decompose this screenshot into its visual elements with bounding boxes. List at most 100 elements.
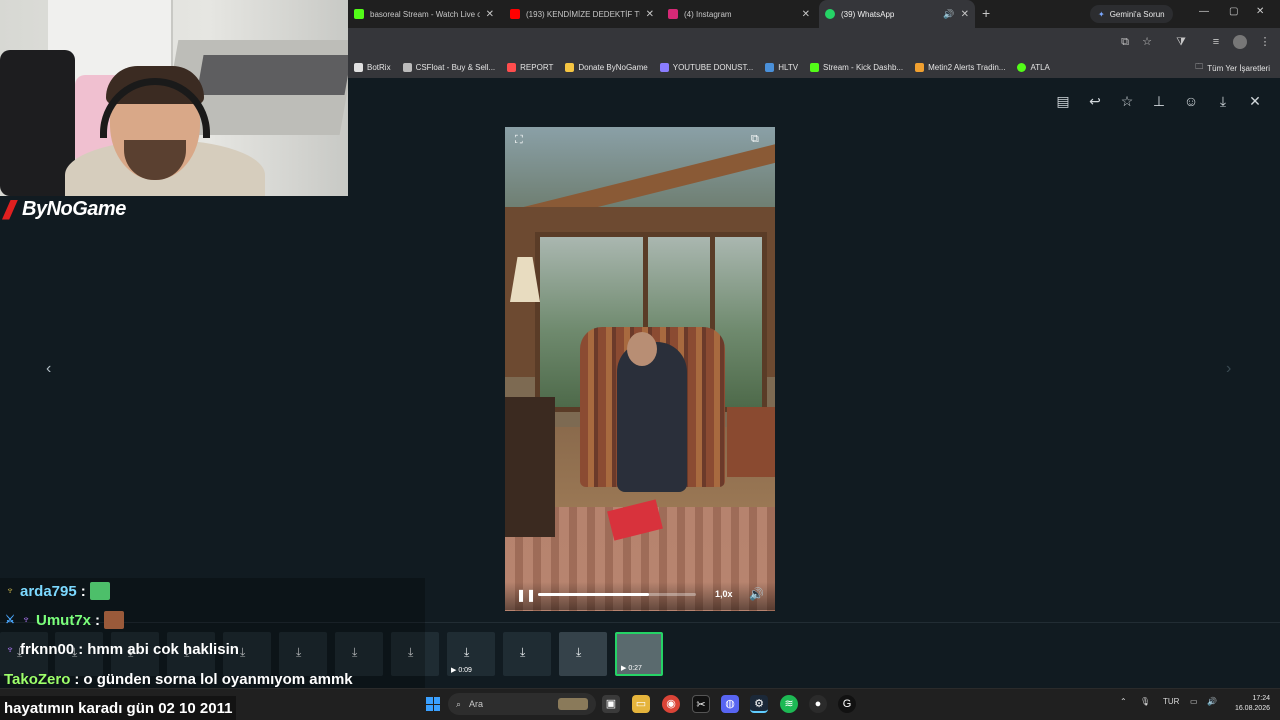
download-icon: ⤓ — [576, 645, 582, 659]
close-tab-icon[interactable]: ✕ — [646, 9, 654, 20]
webcam-overlay — [0, 0, 348, 196]
plus-icon[interactable]: + — [982, 5, 990, 21]
webcam-gaming-chair — [0, 50, 75, 196]
pin-icon[interactable]: ⊥ — [1151, 93, 1167, 109]
chevron-left-icon[interactable]: ‹ — [46, 360, 51, 378]
bookmark-botrix[interactable]: BotRix — [348, 62, 397, 72]
tab-youtube[interactable]: (193) KENDİMİZE DEDEKTİF TU ✕ — [504, 0, 660, 28]
fullscreen-icon[interactable]: ⛶ — [515, 134, 523, 147]
message-icon[interactable]: ▤ — [1055, 93, 1071, 109]
speaker-icon[interactable]: 🔊 — [943, 9, 954, 20]
download-icon: ⤓ — [520, 645, 526, 659]
thumbnail[interactable]: ⤓ ▶ 0:09 — [447, 632, 495, 676]
chrome-icon[interactable]: ◉ — [662, 695, 680, 713]
file-explorer-icon[interactable]: ▭ — [632, 695, 650, 713]
close-tab-icon[interactable]: ✕ — [802, 9, 810, 20]
system-clock[interactable]: 17:24 16.08.2026 — [1224, 694, 1270, 714]
task-view-icon[interactable]: ▣ — [602, 695, 620, 713]
bookmark-atla[interactable]: ATLA — [1011, 62, 1055, 72]
speaker-icon[interactable]: 🔊 — [1207, 697, 1217, 706]
volume-icon[interactable]: 🔊 — [749, 587, 764, 601]
instagram-icon — [668, 9, 678, 19]
windows-start-icon[interactable] — [426, 697, 440, 711]
language-indicator[interactable]: TUR — [1163, 697, 1179, 706]
bookmark-star-icon[interactable]: ☆ — [1140, 35, 1154, 49]
bookmark-metin2[interactable]: Metin2 Alerts Tradin... — [909, 62, 1011, 72]
video-player[interactable]: ⛶ ⧉ — [505, 127, 775, 611]
video-duration: ▶ 0:09 — [451, 667, 472, 674]
thumbnail-active[interactable]: ▶ 0:27 — [615, 632, 663, 676]
sub-badge-icon: ♆ — [21, 614, 31, 626]
feather-emote-icon — [89, 582, 110, 600]
whatsapp-icon — [825, 9, 835, 19]
chat-message: ♆ arda795 : — [4, 582, 110, 600]
menu-icon[interactable]: ⋮ — [1258, 35, 1272, 49]
chat-message: TakoZero : o günden sorna lol oyanmıyom … — [4, 671, 353, 688]
video-progress-track[interactable] — [538, 593, 696, 596]
sub-badge-icon: ♆ — [5, 585, 15, 597]
download-icon[interactable]: ⤓ — [1215, 93, 1231, 109]
install-app-icon[interactable]: ⧉ — [1118, 35, 1132, 49]
bookmark-report[interactable]: REPORT — [501, 62, 559, 72]
media-control-icon[interactable]: ≡ — [1209, 35, 1223, 49]
gemini-icon: ✦ — [1098, 9, 1105, 19]
emoji-icon[interactable]: ☺ — [1183, 93, 1199, 109]
bookmark-icon — [659, 62, 669, 72]
video-duration: ▶ 0:27 — [621, 665, 642, 672]
bookmark-icon — [915, 62, 925, 72]
close-tab-icon[interactable]: ✕ — [486, 9, 494, 20]
tab-whatsapp[interactable]: (39) WhatsApp 🔊 ✕ — [819, 0, 975, 28]
bookmarks-folder[interactable]: 🗀 Tüm Yer İşaretleri — [1195, 61, 1270, 75]
kick-icon — [354, 9, 364, 19]
bookmark-csfloat[interactable]: CSFloat - Buy & Sell... — [397, 62, 502, 72]
taskbar-search[interactable]: ⌕ Ara — [448, 693, 596, 715]
screen: basoreal Stream - Watch Live o ✕ (193) K… — [0, 0, 1280, 720]
steam-icon[interactable]: ⚙ — [750, 695, 768, 713]
thumbnail[interactable]: ⤓ — [559, 632, 607, 676]
bookmark-youtube-donust[interactable]: YOUTUBE DONUST... — [654, 62, 759, 72]
sub-badge-icon: ♆ — [5, 643, 15, 656]
reply-icon[interactable]: ↩ — [1087, 93, 1103, 109]
bookmark-icon — [565, 62, 575, 72]
close-icon[interactable]: ✕ — [1247, 93, 1263, 109]
discord-icon[interactable]: ◍ — [721, 695, 739, 713]
video-frame-ottoman — [727, 407, 775, 477]
bookmarks-bar: BotRix CSFloat - Buy & Sell... REPORT Do… — [348, 56, 1280, 78]
chevron-up-icon[interactable]: ⌃ — [1120, 697, 1127, 706]
bookmark-icon — [354, 62, 363, 72]
close-tab-icon[interactable]: ✕ — [961, 9, 969, 20]
picture-in-picture-icon[interactable]: ⧉ — [751, 133, 759, 146]
chat-message: hayatımın karadı gün 02 10 2011 — [0, 696, 237, 720]
bookmark-hltv[interactable]: HLTV — [759, 62, 804, 72]
search-icon: ⌕ — [456, 698, 462, 709]
face-emote-icon — [104, 611, 125, 629]
pause-icon[interactable]: ❚❚ — [516, 588, 536, 602]
playback-speed-button[interactable]: 1,0x — [715, 589, 733, 599]
tab-instagram[interactable]: (4) Instagram ✕ — [662, 0, 816, 28]
g-app-icon[interactable]: G — [838, 695, 856, 713]
chat-message: ⚔ ♆ Umut7x : — [4, 611, 125, 629]
bookmark-icon — [507, 62, 517, 72]
search-highlight-icon — [558, 698, 588, 710]
video-controls — [505, 582, 775, 610]
bookmark-donate[interactable]: Donate ByNoGame — [559, 62, 653, 72]
brand-logo: ByNoGame — [2, 198, 126, 221]
bookmark-icon — [765, 62, 775, 72]
profile-avatar[interactable] — [1233, 35, 1247, 49]
minimize-icon[interactable]: — — [1199, 6, 1209, 17]
gemini-button[interactable]: ✦ Gemini'a Sorun — [1090, 5, 1173, 23]
bookmark-icon — [1017, 62, 1027, 72]
obs-icon[interactable]: ● — [809, 695, 827, 713]
close-window-icon[interactable]: ✕ — [1256, 6, 1264, 17]
tab-kick-stream[interactable]: basoreal Stream - Watch Live o ✕ — [348, 0, 500, 28]
bookmark-kick-dashboard[interactable]: Stream - Kick Dashb... — [804, 62, 909, 72]
capcut-icon[interactable]: ✂ — [692, 695, 710, 713]
spotify-icon[interactable]: ≋ — [780, 695, 798, 713]
network-icon[interactable]: ▭ — [1190, 697, 1198, 706]
star-icon[interactable]: ☆ — [1119, 93, 1135, 109]
thumbnail[interactable]: ⤓ — [503, 632, 551, 676]
chevron-right-icon[interactable]: › — [1226, 360, 1231, 378]
extensions-icon[interactable]: ⧩ — [1174, 35, 1188, 49]
maximize-icon[interactable]: ▢ — [1229, 6, 1238, 17]
microphone-icon[interactable]: 🎙 — [1140, 697, 1150, 706]
